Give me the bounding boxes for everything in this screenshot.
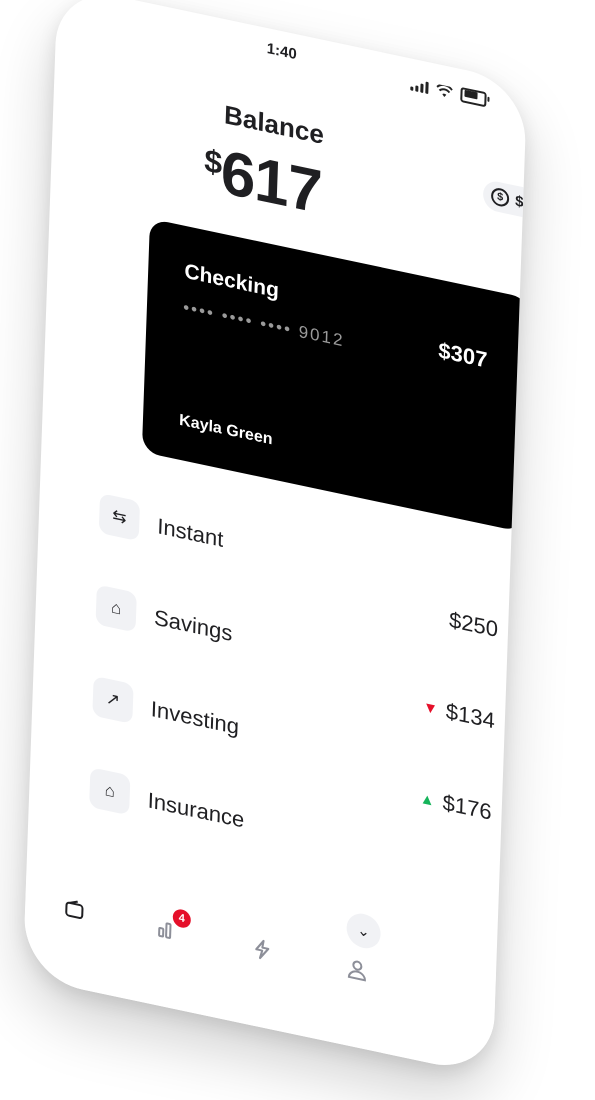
tab-profile[interactable] bbox=[340, 949, 375, 990]
stage: 1:40 Balance $617 $ $150 Checking •••• •… bbox=[0, 0, 595, 1100]
account-amount: $176 bbox=[442, 789, 493, 825]
account-amount-row: ▲ $176 bbox=[419, 785, 493, 826]
tab-wallet[interactable] bbox=[57, 889, 92, 930]
account-label: Savings bbox=[153, 604, 233, 646]
card-holder: Kayla Green bbox=[178, 411, 273, 449]
account-amount: $250 bbox=[448, 606, 499, 643]
home-icon: ⌂ bbox=[89, 767, 131, 816]
card-type: Checking bbox=[184, 259, 280, 303]
account-list: ⇆ Instant $250 ⌂ Savings ▼ $134 ↗ Invest… bbox=[87, 493, 500, 943]
card-amount: $307 bbox=[438, 337, 488, 373]
rewards-amount: $150 bbox=[514, 192, 528, 216]
status-icons bbox=[410, 76, 487, 108]
profile-icon bbox=[347, 960, 366, 982]
balance-amount: $617 bbox=[203, 133, 323, 228]
tab-activity[interactable]: 4 bbox=[150, 907, 192, 950]
trend-down-icon: ▼ bbox=[422, 697, 439, 718]
card-number: •••• •••• •••• 9012 bbox=[182, 297, 345, 351]
phone-screen: 1:40 Balance $617 $ $150 Checking •••• •… bbox=[22, 0, 528, 1077]
tab-instant[interactable] bbox=[245, 929, 280, 970]
dollar-coin-icon: $ bbox=[490, 186, 510, 209]
flash-icon bbox=[255, 939, 270, 960]
bank-icon: ⌂ bbox=[95, 584, 137, 633]
battery-icon bbox=[460, 86, 487, 108]
signal-icon bbox=[410, 78, 429, 94]
wallet-icon bbox=[65, 900, 84, 919]
trend-up-icon: ▲ bbox=[419, 789, 435, 810]
account-amount: $134 bbox=[445, 698, 496, 734]
trending-up-icon: ↗ bbox=[92, 675, 134, 724]
wifi-icon bbox=[436, 83, 453, 97]
checking-card[interactable]: Checking •••• •••• •••• 9012 $307 Kayla … bbox=[141, 218, 528, 533]
status-time: 1:40 bbox=[266, 40, 298, 64]
balance-currency: $ bbox=[203, 141, 222, 182]
balance-value: 617 bbox=[219, 137, 323, 228]
account-label: Instant bbox=[156, 513, 224, 553]
account-amount-row: ▼ $134 bbox=[423, 693, 496, 734]
transfer-icon: ⇆ bbox=[98, 493, 141, 542]
account-amount-row: $250 bbox=[449, 607, 499, 643]
rewards-chip[interactable]: $ $150 bbox=[482, 178, 528, 225]
